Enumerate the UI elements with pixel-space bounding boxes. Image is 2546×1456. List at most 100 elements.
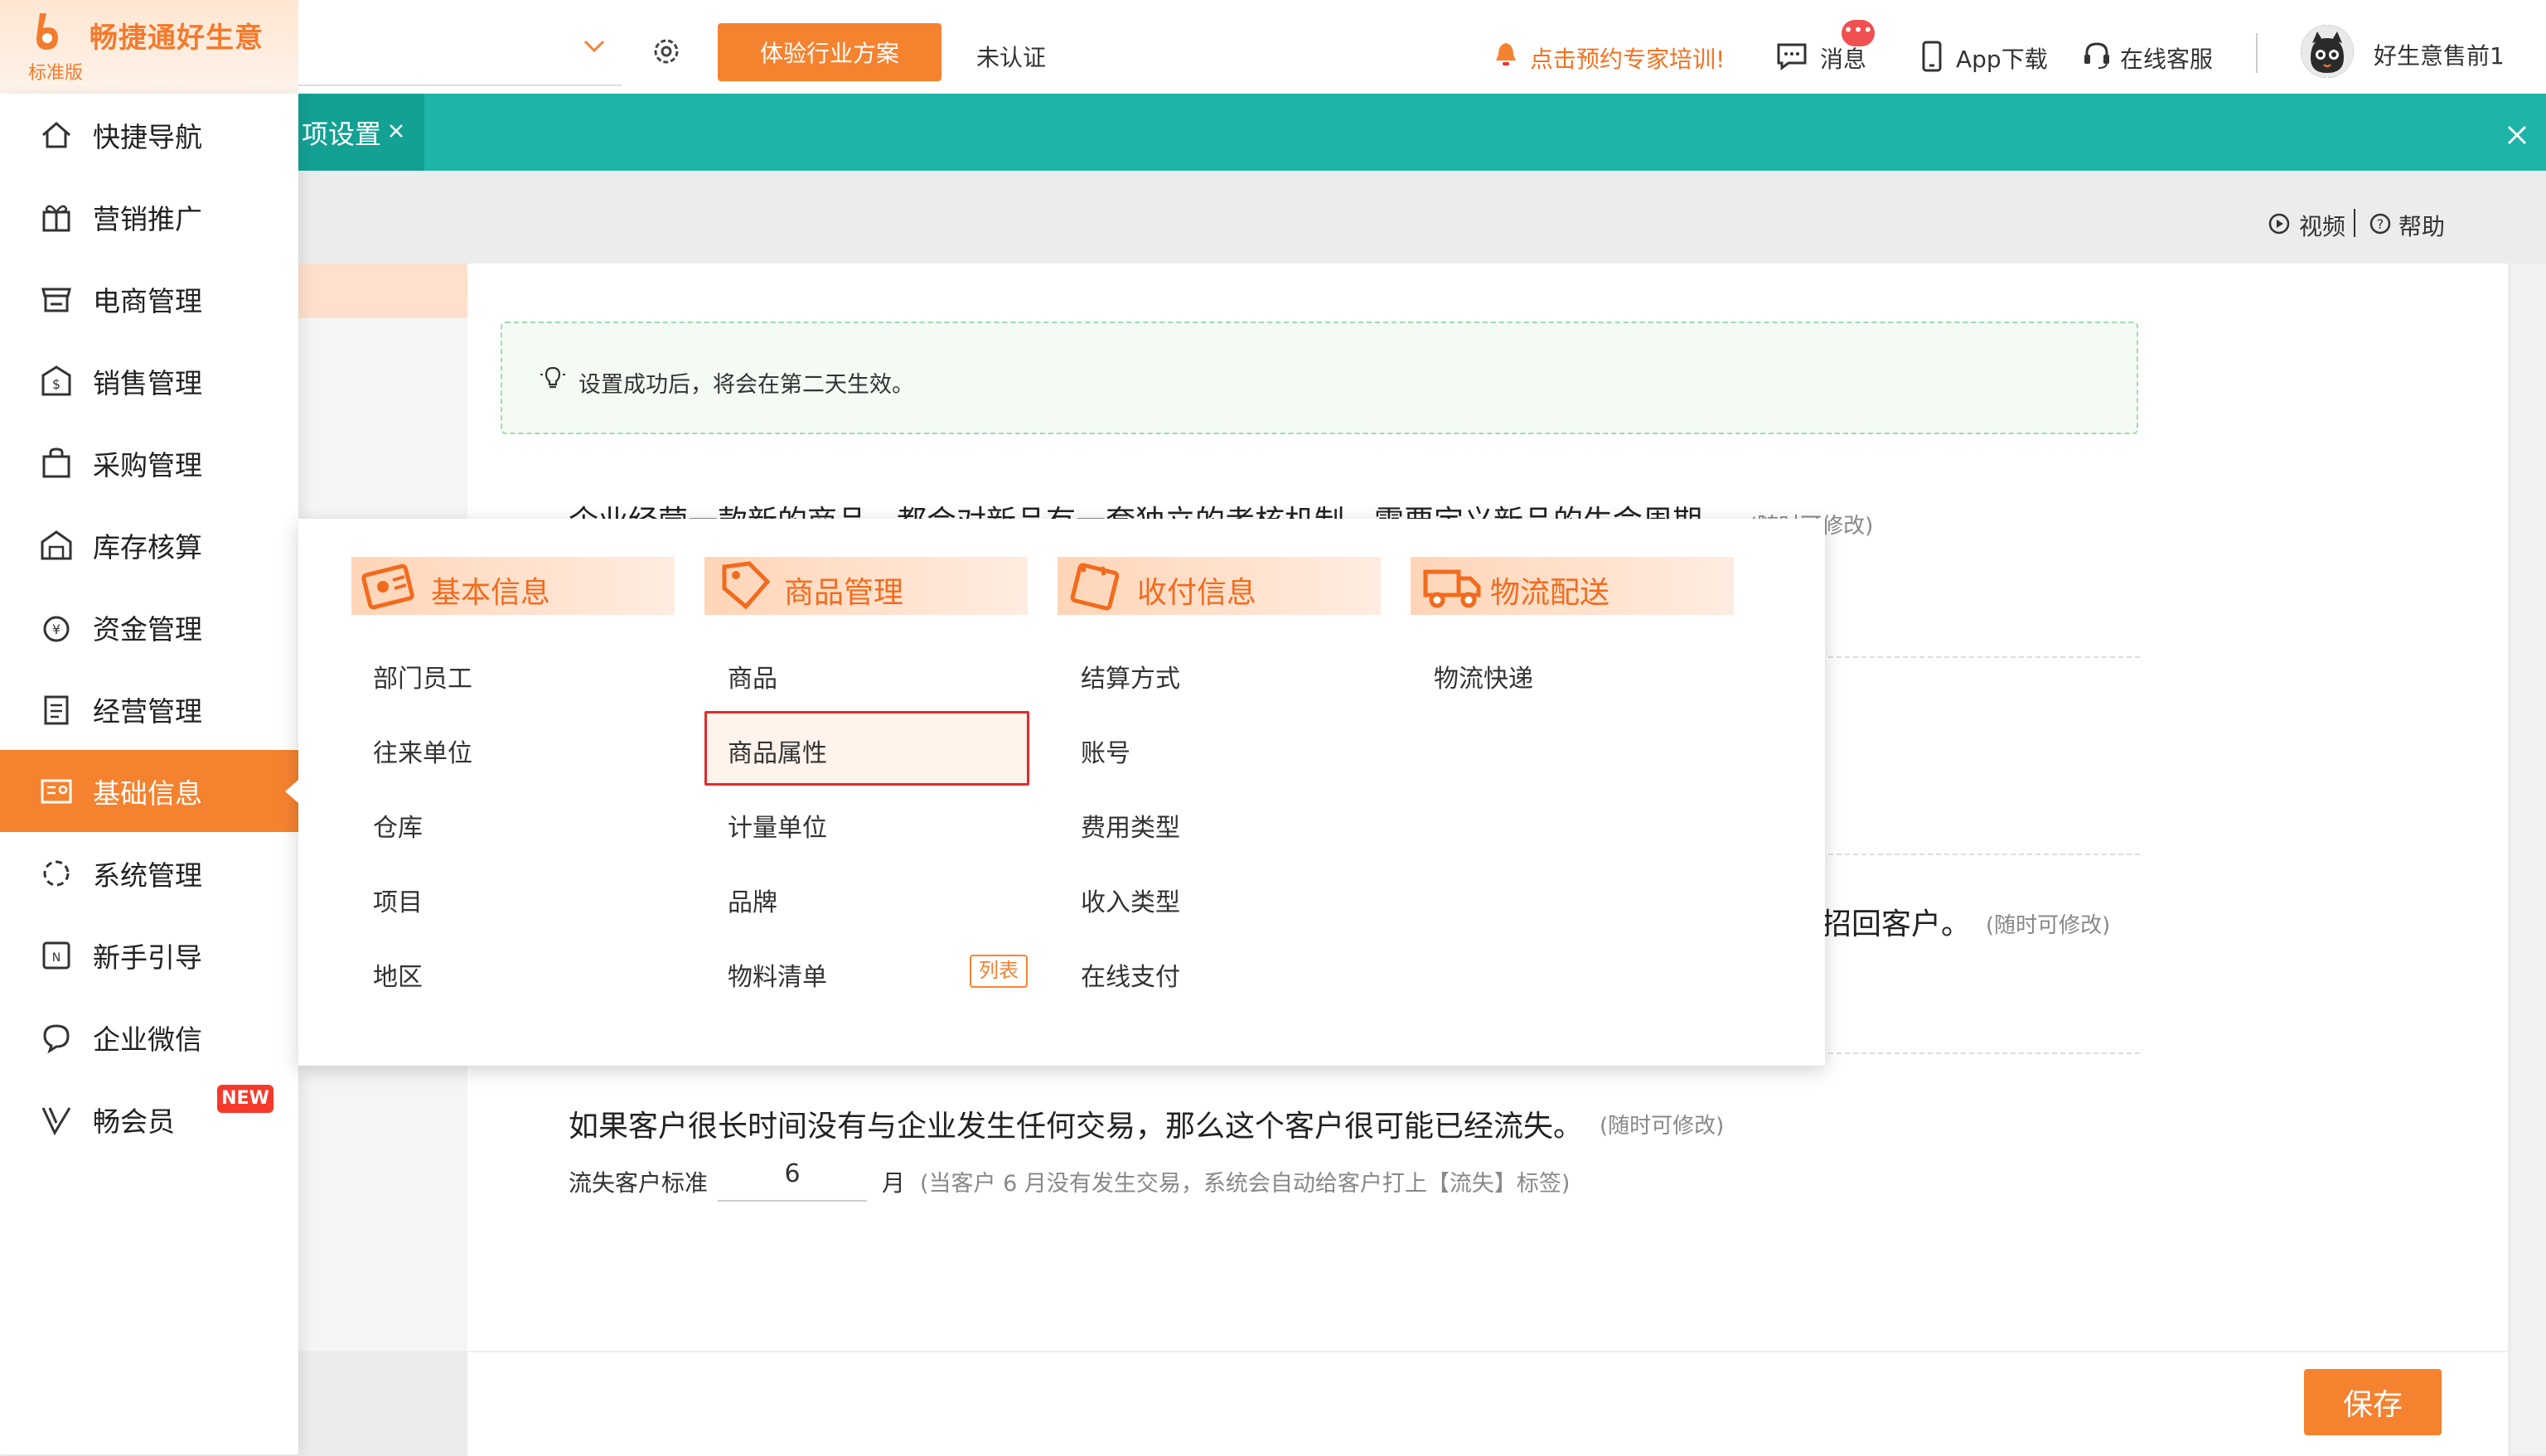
wecom-icon xyxy=(43,1023,70,1053)
chevron-down-icon[interactable] xyxy=(580,31,608,60)
menu-item-project[interactable]: 项目 xyxy=(373,882,423,918)
sidebar-item-operations[interactable]: 经营管理 xyxy=(0,668,298,750)
menu-item-department-staff[interactable]: 部门员工 xyxy=(373,658,472,694)
menu-item-warehouse[interactable]: 仓库 xyxy=(373,807,423,844)
menu-item-region[interactable]: 地区 xyxy=(373,956,423,993)
settings-side-panel-selected[interactable] xyxy=(298,264,467,318)
store-icon xyxy=(41,288,71,312)
video-link[interactable]: 视频 xyxy=(2299,209,2345,242)
menu-group-title: 物流配送 xyxy=(1490,576,1610,610)
trial-industry-button[interactable]: 体验行业方案 xyxy=(718,23,941,81)
help-link[interactable]: 帮助 xyxy=(2398,209,2445,242)
guide-icon: N xyxy=(42,941,70,969)
sales-icon: $ xyxy=(41,365,71,395)
sidebar-item-funds[interactable]: ¥ 资金管理 xyxy=(0,586,298,668)
save-button[interactable]: 保存 xyxy=(2304,1369,2442,1435)
notice-text: 设置成功后，将会在第二天生效。 xyxy=(578,372,914,398)
expert-training-link[interactable]: 点击预约专家培训! xyxy=(1530,41,1725,75)
message-label[interactable]: 消息 xyxy=(1820,41,1866,75)
menu-item-goods-attributes[interactable]: 商品属性 xyxy=(728,733,827,769)
menu-item-unit[interactable]: 计量单位 xyxy=(728,807,827,844)
sidebar-item-label: 资金管理 xyxy=(93,612,202,646)
menu-group-basic-info: 基本信息 xyxy=(351,557,675,615)
sidebar-item-label: 营销推广 xyxy=(93,202,202,235)
goods-tag-icon xyxy=(722,561,771,610)
lost-customer-months-input[interactable]: 6 xyxy=(718,1149,867,1202)
sidebar-item-label: 经营管理 xyxy=(93,694,202,728)
editable-hint: (随时可修改) xyxy=(1600,1114,1725,1139)
lost-customer-hint: (当客户 6 月没有发生交易，系统会自动给客户打上【流失】标签) xyxy=(920,1171,1571,1197)
headset-icon[interactable] xyxy=(2082,40,2112,71)
bom-list-tag[interactable]: 列表 xyxy=(970,955,1028,988)
lightbulb-icon xyxy=(540,366,565,389)
avatar[interactable] xyxy=(2301,25,2354,78)
menu-item-bom[interactable]: 物料清单 xyxy=(728,956,827,993)
play-icon[interactable] xyxy=(2268,212,2291,235)
brand-logo-icon xyxy=(36,13,58,50)
tab-settings-label: 项设置 xyxy=(302,118,382,150)
sidebar-item-label: 采购管理 xyxy=(93,448,202,481)
sidebar-item-system[interactable]: 系统管理 xyxy=(0,832,298,914)
bell-icon xyxy=(1496,43,1516,65)
brand-logo[interactable]: 畅捷通好生意 标准版 xyxy=(0,0,298,94)
scrollbar[interactable] xyxy=(2511,264,2546,1454)
svg-text:$: $ xyxy=(52,376,61,392)
menu-item-expense-type[interactable]: 费用类型 xyxy=(1081,807,1180,844)
help-icon[interactable]: ? xyxy=(2369,212,2392,235)
sidebar-item-label: 新手引导 xyxy=(93,941,202,974)
menu-item-account[interactable]: 账号 xyxy=(1081,733,1130,769)
lost-customer-unit: 月 xyxy=(882,1169,906,1197)
sidebar-item-basic-info[interactable]: 基础信息 xyxy=(0,750,298,832)
menu-item-online-payment[interactable]: 在线支付 xyxy=(1081,956,1180,993)
id-card-icon xyxy=(41,779,72,803)
svg-text:¥: ¥ xyxy=(52,622,61,637)
menu-group-payment: 收付信息 xyxy=(1058,557,1381,615)
menu-item-express[interactable]: 物流快递 xyxy=(1434,658,1533,694)
brand-edition: 标准版 xyxy=(28,63,84,84)
sidebar-item-purchase[interactable]: 采购管理 xyxy=(0,422,298,504)
money-icon: ¥ xyxy=(43,616,70,641)
sidebar-item-ecommerce[interactable]: 电商管理 xyxy=(0,258,298,340)
close-icon[interactable] xyxy=(386,121,406,141)
sidebar-item-label: 企业微信 xyxy=(93,1023,202,1056)
sidebar-item-label: 快捷导航 xyxy=(93,120,202,153)
calendar-pay-icon xyxy=(1070,563,1120,611)
certification-status[interactable]: 未认证 xyxy=(976,40,1046,73)
sidebar-item-guide[interactable]: N 新手引导 xyxy=(0,914,298,996)
header-divider xyxy=(2256,33,2258,73)
sidebar-item-sales[interactable]: $ 销售管理 xyxy=(0,340,298,422)
lost-customer-label: 流失客户标准 xyxy=(569,1169,709,1197)
menu-group-goods: 商品管理 xyxy=(704,557,1028,615)
svg-text:N: N xyxy=(52,951,61,965)
sidebar-item-marketing[interactable]: 营销推广 xyxy=(0,176,298,258)
sidebar-item-label: 库存核算 xyxy=(93,530,202,564)
sidebar-item-label: 基础信息 xyxy=(93,776,202,810)
recall-customer-text: 招回客户。 xyxy=(1822,907,1972,941)
menu-item-brand[interactable]: 品牌 xyxy=(728,882,777,918)
close-all-tabs-icon[interactable] xyxy=(2503,121,2531,149)
org-select[interactable] xyxy=(298,18,622,86)
menu-group-logistics: 物流配送 xyxy=(1411,557,1734,615)
message-icon[interactable] xyxy=(1775,41,1808,71)
warehouse-icon xyxy=(41,530,72,559)
settings-gear-icon[interactable] xyxy=(650,35,683,68)
home-icon xyxy=(42,121,70,148)
vip-icon xyxy=(41,1106,71,1135)
user-name[interactable]: 好生意售前1 xyxy=(2374,38,2505,71)
menu-item-goods[interactable]: 商品 xyxy=(728,658,777,694)
app-download-link[interactable]: App下载 xyxy=(1956,41,2048,75)
menu-item-income-type[interactable]: 收入类型 xyxy=(1081,882,1180,918)
sidebar-item-label: 销售管理 xyxy=(93,366,202,399)
sidebar-item-inventory[interactable]: 库存核算 xyxy=(0,504,298,586)
menu-item-settlement[interactable]: 结算方式 xyxy=(1081,658,1180,694)
online-support-link[interactable]: 在线客服 xyxy=(2120,41,2213,75)
sidebar-item-label: 畅会员 xyxy=(93,1105,175,1138)
phone-icon[interactable] xyxy=(1919,40,1944,73)
sidebar-item-wecom[interactable]: 企业微信 xyxy=(0,996,298,1078)
sidebar: 快捷导航 营销推广 电商管理 $ 销售管理 采购管理 库存核算 ¥ 资金管理 经… xyxy=(0,94,298,1454)
clipboard-icon xyxy=(44,695,69,724)
sidebar-item-label: 系统管理 xyxy=(93,859,202,892)
sidebar-item-quick-nav[interactable]: 快捷导航 xyxy=(0,94,298,176)
svg-text:?: ? xyxy=(2377,216,2384,232)
menu-item-partners[interactable]: 往来单位 xyxy=(373,733,472,769)
